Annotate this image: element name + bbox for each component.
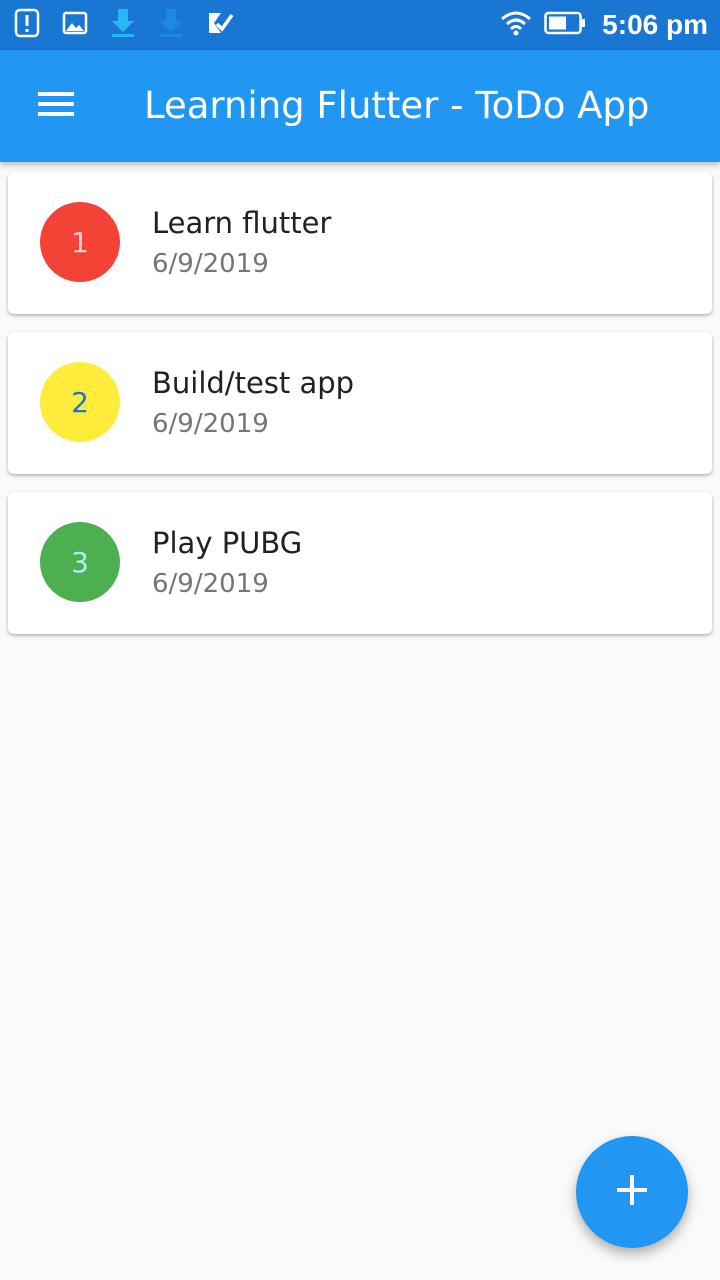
todo-number: 1 bbox=[71, 225, 89, 259]
todo-title: Build/test app bbox=[152, 366, 355, 400]
todo-title: Learn flutter bbox=[152, 206, 332, 240]
todo-date: 6/9/2019 bbox=[152, 249, 269, 279]
todo-item[interactable]: 3 Play PUBG 6/9/2019 bbox=[8, 492, 712, 634]
menu-button[interactable] bbox=[24, 82, 88, 130]
todo-item[interactable]: 2 Build/test app 6/9/2019 bbox=[8, 332, 712, 474]
checklist-icon bbox=[206, 9, 234, 42]
status-time: 5:06 pm bbox=[602, 9, 708, 40]
todo-list: 1 Learn flutter 6/9/2019 2 Build/test ap… bbox=[8, 172, 712, 652]
add-icon[interactable] bbox=[615, 1173, 649, 1212]
alert-card-icon bbox=[14, 8, 40, 43]
page-title: Learning Flutter - ToDo App bbox=[144, 84, 650, 127]
add-todo-button[interactable] bbox=[576, 1136, 688, 1248]
system-icons: 5:06 pm bbox=[500, 9, 708, 41]
menu-icon[interactable] bbox=[37, 90, 75, 123]
todo-number: 2 bbox=[71, 385, 89, 419]
todo-date: 6/9/2019 bbox=[152, 409, 269, 439]
app-bar: Learning Flutter - ToDo App bbox=[0, 50, 720, 162]
todo-number: 3 bbox=[71, 545, 89, 579]
todo-number-avatar: 2 bbox=[40, 362, 120, 442]
battery-icon bbox=[544, 11, 586, 40]
todo-number-avatar: 1 bbox=[40, 202, 120, 282]
download-icon bbox=[158, 8, 184, 43]
notification-icons bbox=[14, 8, 234, 43]
todo-number-avatar: 3 bbox=[40, 522, 120, 602]
wifi-icon bbox=[500, 9, 532, 42]
todo-title: Play PUBG bbox=[152, 526, 303, 560]
todo-date: 6/9/2019 bbox=[152, 569, 269, 599]
image-icon bbox=[62, 10, 88, 41]
download-icon bbox=[110, 8, 136, 43]
todo-item[interactable]: 1 Learn flutter 6/9/2019 bbox=[8, 172, 712, 314]
status-bar: 5:06 pm bbox=[0, 0, 720, 50]
